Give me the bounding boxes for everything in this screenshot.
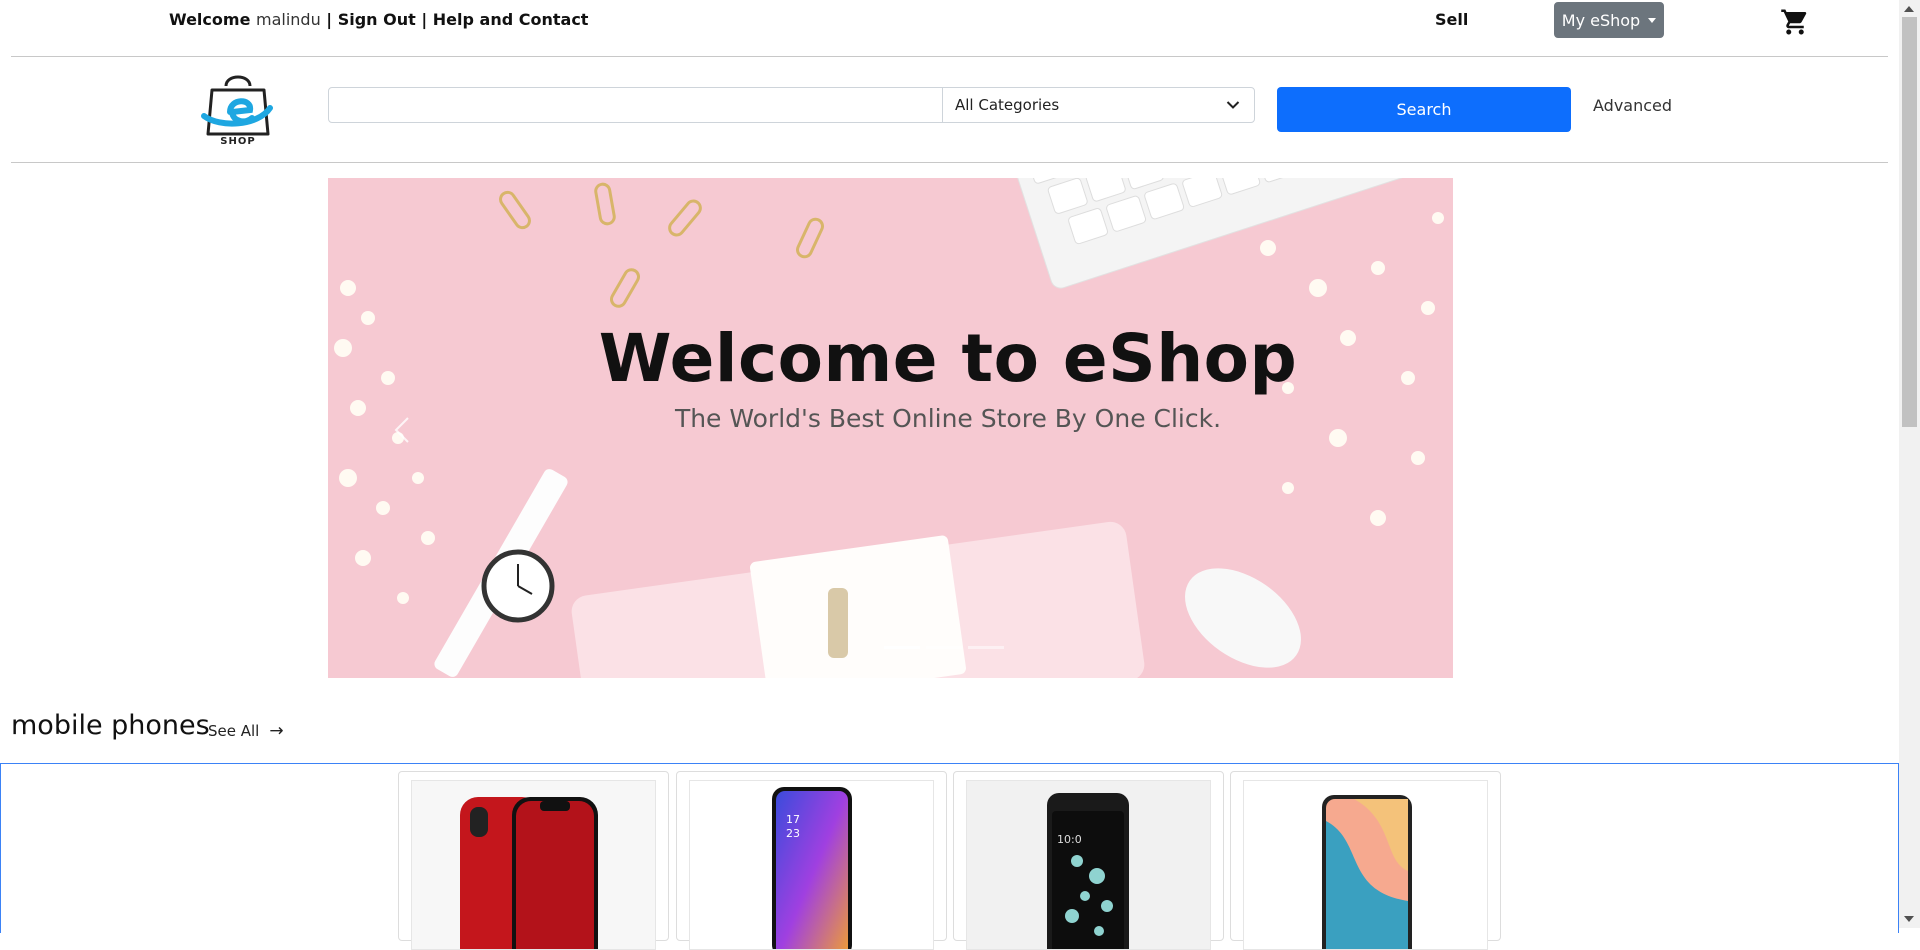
product-image: 10:0 [966,780,1211,950]
chevron-down-icon [1226,101,1240,109]
shopping-cart-icon[interactable] [1780,6,1810,38]
product-card[interactable]: 17 23 [676,771,947,950]
search-button[interactable]: Search [1277,87,1571,132]
product-image [411,780,656,950]
category-select[interactable]: All Categories [943,88,1254,122]
red-iphone-image [460,797,598,949]
category-selected-value: All Categories [955,96,1060,114]
scroll-down-icon[interactable] [1904,916,1914,922]
purple-android-phone-image: 17 23 [772,787,852,949]
eshop-logo[interactable]: SHOP [200,68,276,152]
carousel-prev-icon[interactable] [388,410,418,450]
scroll-up-icon[interactable] [1904,6,1914,12]
my-eshop-dropdown-button[interactable]: My eShop [1554,2,1664,38]
carousel-indicator[interactable] [968,646,1004,649]
divider [11,56,1888,57]
product-card[interactable] [398,771,669,950]
shopping-bag-logo-icon [201,75,273,136]
carousel-indicator[interactable] [926,646,962,649]
scroll-thumb[interactable] [1902,17,1917,427]
caret-down-icon [1648,17,1657,23]
svg-text:23: 23 [786,827,800,840]
username: malindu [256,10,321,29]
banner-subtitle: The World's Best Online Store By One Cli… [674,404,1222,433]
search-bar: All Categories [328,87,1255,123]
logo-text: SHOP [220,136,256,147]
separator: | [326,10,333,29]
separator: | [421,10,428,29]
carousel-indicator[interactable] [884,646,920,649]
hero-carousel: Welcome to eShop The World's Best Online… [328,178,1453,678]
carousel-indicators [884,646,1004,649]
product-image [1243,780,1488,950]
banner-title: Welcome to eShop [598,320,1298,397]
advanced-search-link[interactable]: Advanced [1593,96,1672,115]
vertical-scrollbar[interactable] [1899,0,1920,928]
divider [11,162,1888,163]
see-all-link[interactable]: See All → [208,721,284,741]
product-card[interactable] [1230,771,1501,950]
top-bar: Welcome malindu | Sign Out | Help and Co… [0,0,1898,56]
welcome-message: Welcome malindu | Sign Out | Help and Co… [169,10,588,29]
see-all-label: See All [208,722,260,740]
products-carousel [0,763,1899,933]
svg-text:17: 17 [786,813,800,826]
my-eshop-label: My eShop [1561,10,1641,30]
black-htc-phone-image: 10:0 [1047,793,1129,949]
svg-text:10:0: 10:0 [1057,833,1082,846]
section-title: mobile phones [11,710,210,741]
sell-link[interactable]: Sell [1435,10,1468,29]
product-image: 17 23 [689,780,934,950]
arrow-right-icon: → [269,721,284,741]
search-input[interactable] [329,88,943,122]
pastel-android-phone-image [1322,795,1412,949]
sign-out-link[interactable]: Sign Out [338,10,416,29]
welcome-prefix: Welcome [169,10,251,29]
product-card[interactable]: 10:0 [953,771,1224,950]
help-contact-link[interactable]: Help and Contact [433,10,589,29]
